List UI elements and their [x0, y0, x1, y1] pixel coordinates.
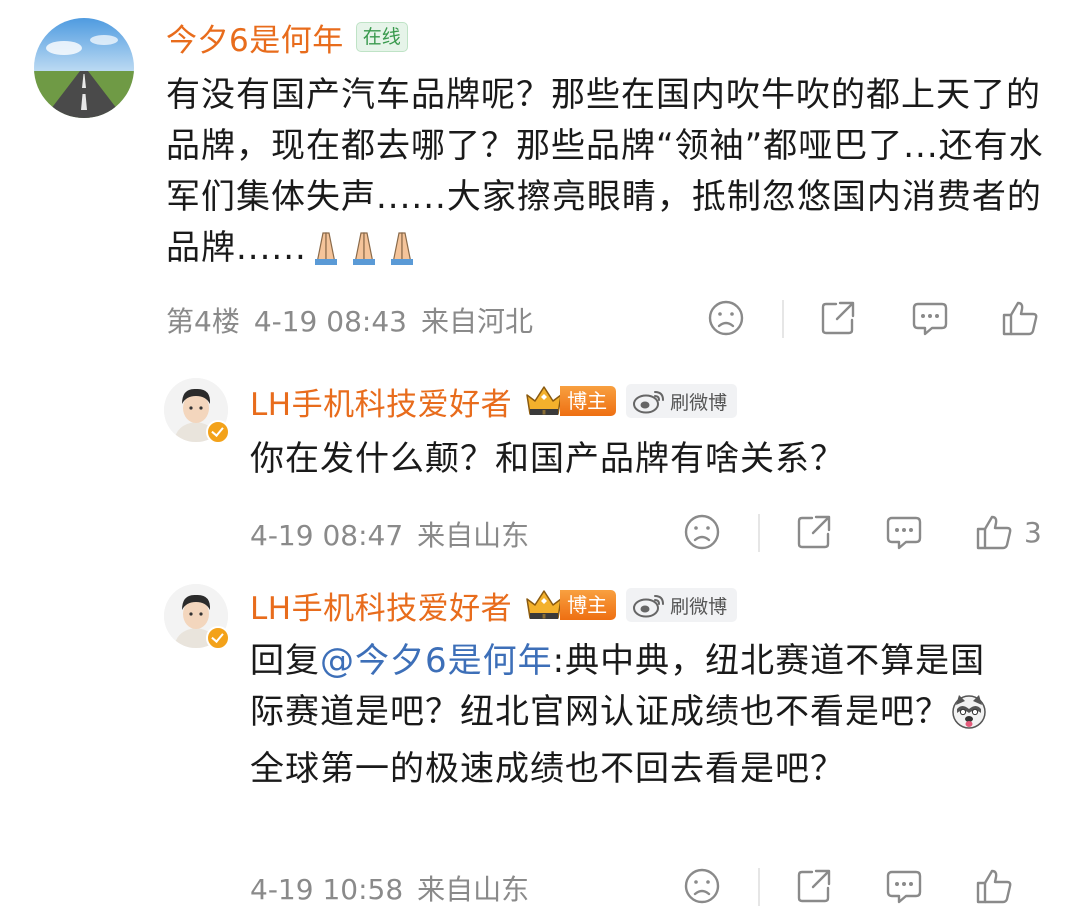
share-button[interactable] — [794, 512, 834, 552]
dislike-button[interactable] — [682, 512, 722, 552]
comment-text: 回复@今夕6是何年:典中典，纽北赛道不算是国际赛道是吧？纽北官网认证成绩也不看是… — [250, 636, 1020, 795]
like-button[interactable]: 3 — [974, 512, 1042, 552]
blogger-label: 博主 — [560, 386, 617, 416]
verified-badge — [206, 626, 230, 650]
comment-button[interactable] — [884, 512, 924, 552]
comment-icon — [886, 516, 922, 550]
timestamp: 4-19 08:47 — [250, 519, 404, 552]
crown-icon: II — [526, 590, 562, 621]
crown-icon: II — [526, 386, 562, 417]
comment-button[interactable] — [884, 866, 924, 906]
comment-text: 你在发什么颠？和国产品牌有啥关系？ — [250, 439, 845, 479]
comment-meta: 4-19 10:58 来自山东 — [250, 868, 543, 908]
weibo-badge[interactable]: 刷微博 — [626, 588, 738, 622]
sad-face-icon — [684, 868, 720, 904]
sad-face-icon — [684, 514, 720, 550]
verified-badge — [206, 420, 230, 444]
thumbs-up-icon — [1002, 301, 1038, 336]
like-count: 3 — [1024, 515, 1042, 549]
share-button[interactable] — [794, 866, 834, 906]
comment-icon — [886, 870, 922, 904]
like-button[interactable] — [1000, 298, 1040, 338]
comment-icon — [912, 302, 948, 336]
location: 来自河北 — [420, 305, 533, 338]
comment-text: 有没有国产汽车品牌呢？那些在国内吹牛吹的都上天了的品牌，现在都去哪了？那些品牌“… — [166, 70, 1056, 280]
share-icon — [821, 301, 855, 335]
divider — [782, 300, 784, 338]
svg-text:II: II — [542, 410, 546, 417]
husky-face-emoji — [950, 693, 988, 744]
avatar[interactable] — [34, 18, 134, 118]
thumbs-up-icon — [976, 869, 1012, 904]
username[interactable]: LH手机科技爱好者 — [250, 379, 512, 424]
username[interactable]: 今夕6是何年 — [166, 15, 344, 60]
like-button[interactable] — [974, 866, 1014, 906]
share-icon — [797, 869, 831, 903]
timestamp: 4-19 08:43 — [253, 305, 407, 338]
blogger-badge: II 博主 — [524, 383, 617, 419]
svg-text:II: II — [542, 614, 546, 621]
divider — [758, 868, 760, 906]
reply-prefix: 回复 — [250, 641, 320, 681]
floor-number: 第4楼 — [166, 305, 240, 338]
comment-meta: 第4楼 4-19 08:43 来自河北 — [166, 300, 547, 340]
blogger-badge: II 博主 — [524, 587, 617, 623]
location: 来自山东 — [417, 873, 530, 906]
praying-hands-emoji — [307, 229, 423, 280]
weibo-logo-icon — [633, 595, 665, 618]
share-button[interactable] — [818, 298, 858, 338]
blogger-label: 博主 — [560, 590, 617, 620]
online-badge: 在线 — [355, 22, 408, 52]
mention-link[interactable]: @今夕6是何年 — [320, 641, 553, 681]
share-icon — [797, 515, 831, 549]
weibo-logo-icon — [633, 391, 665, 414]
weibo-label: 刷微博 — [670, 595, 728, 618]
username[interactable]: LH手机科技爱好者 — [250, 583, 512, 628]
timestamp: 4-19 10:58 — [250, 873, 404, 906]
dislike-button[interactable] — [706, 298, 746, 338]
comment-button[interactable] — [910, 298, 950, 338]
weibo-label: 刷微博 — [670, 391, 728, 414]
dislike-button[interactable] — [682, 866, 722, 906]
thumbs-up-icon — [976, 515, 1012, 550]
location: 来自山东 — [417, 519, 530, 552]
sad-face-icon — [708, 300, 744, 336]
weibo-badge[interactable]: 刷微博 — [626, 384, 738, 418]
divider — [758, 514, 760, 552]
comment-meta: 4-19 08:47 来自山东 — [250, 514, 543, 554]
